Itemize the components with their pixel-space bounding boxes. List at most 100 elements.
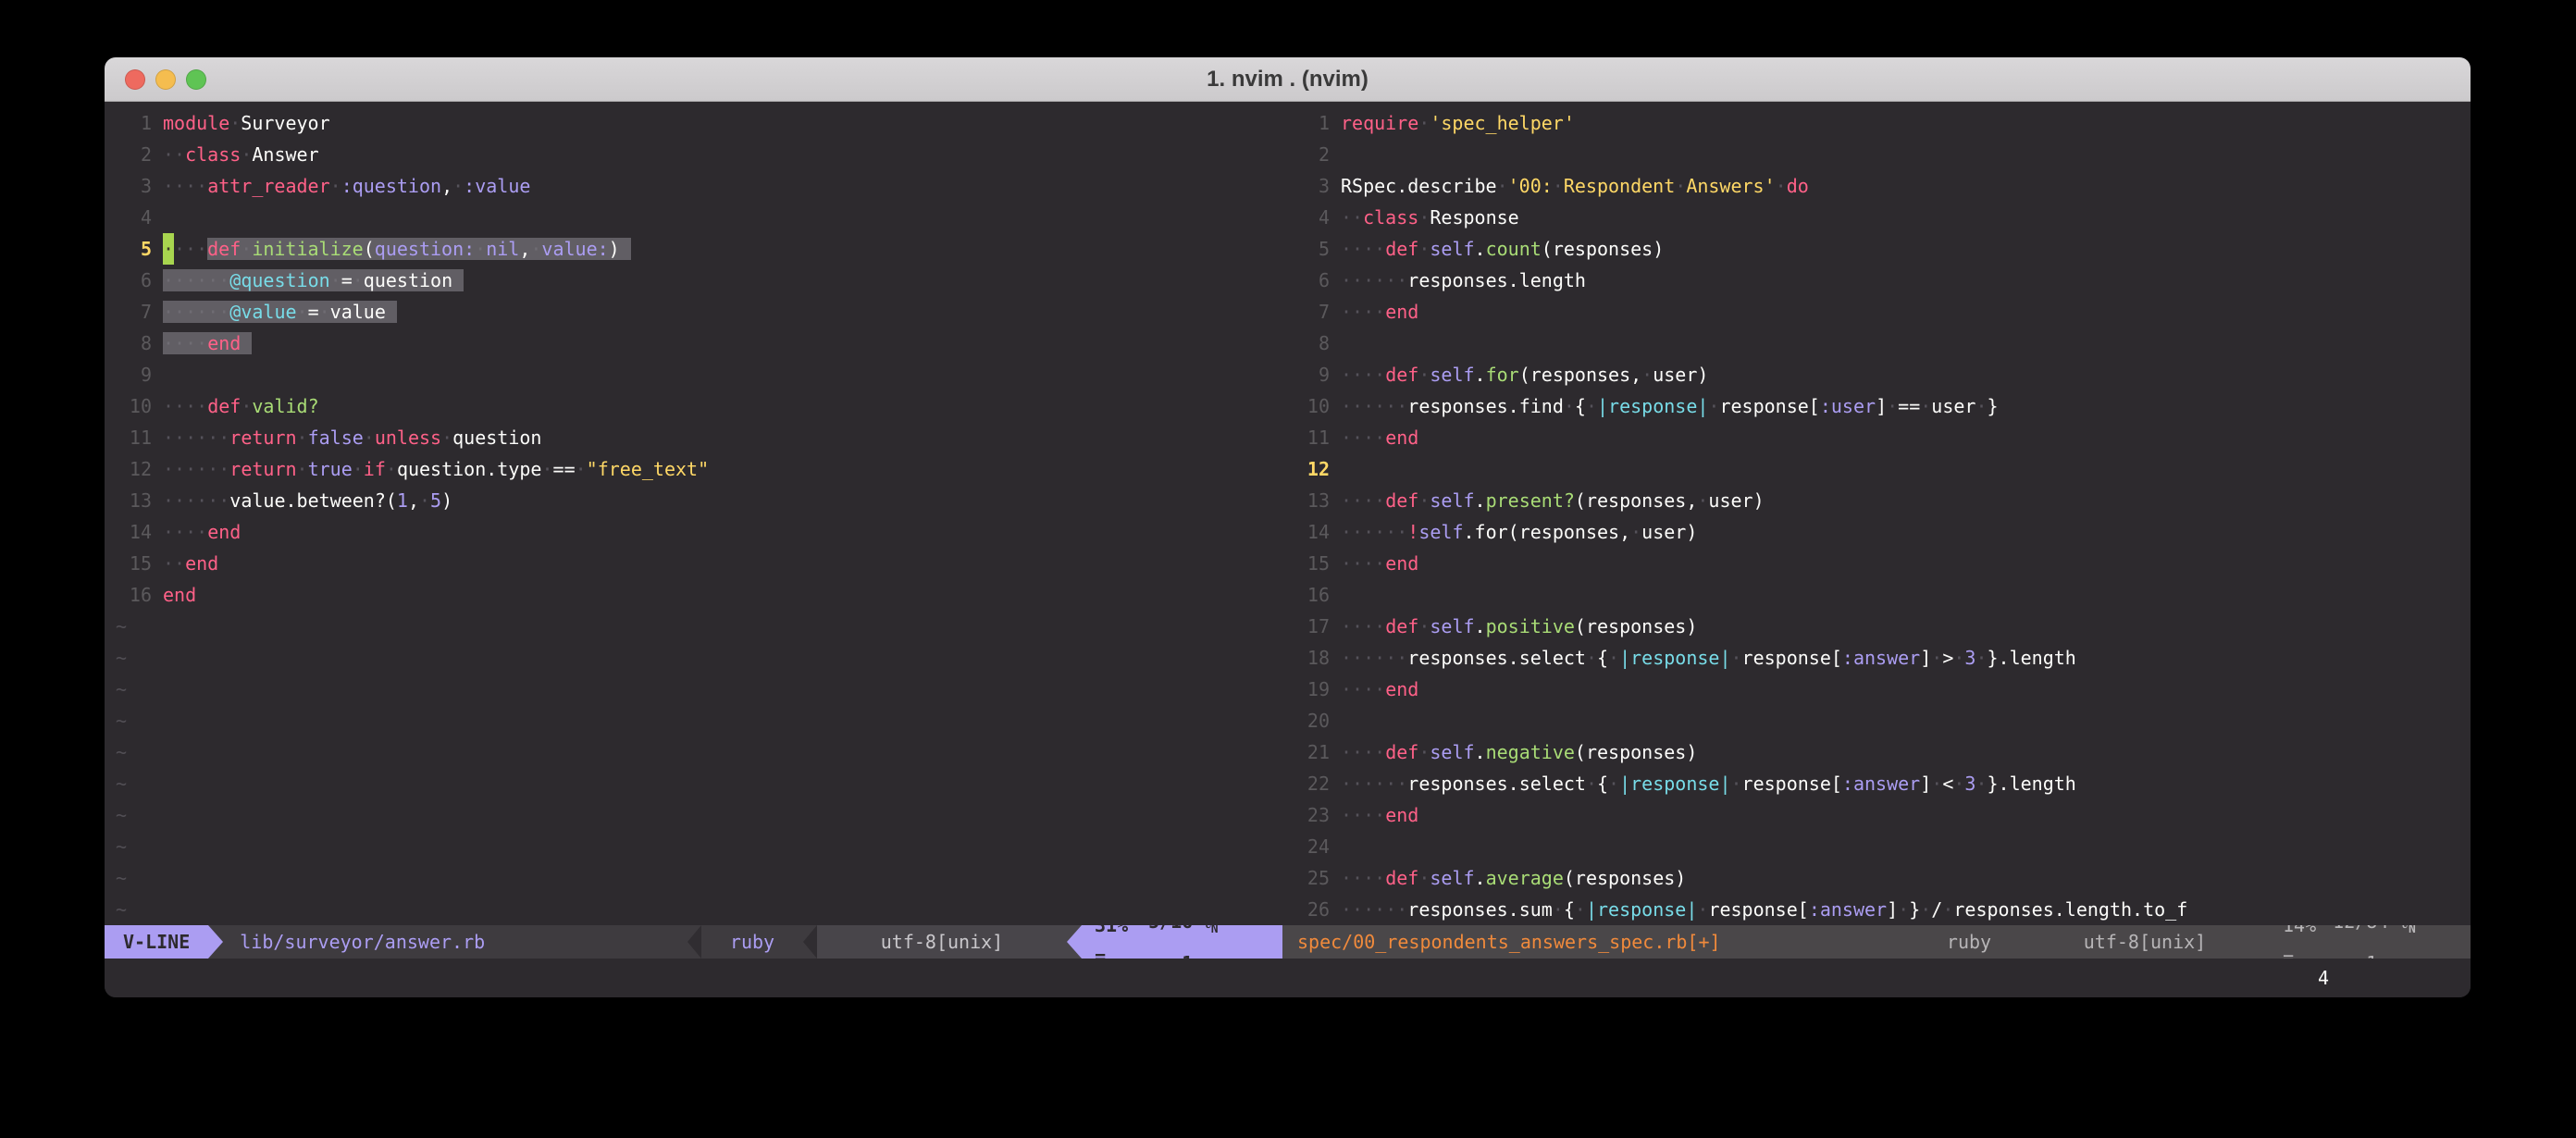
close-button[interactable] xyxy=(125,69,145,90)
code-line[interactable]: 22······responses.select·{·|response|·re… xyxy=(1282,768,2471,799)
code-token: initialize xyxy=(252,238,363,260)
line-number: 11 xyxy=(1296,422,1330,453)
code-token: . xyxy=(1475,615,1486,637)
whitespace-dot: · xyxy=(1363,647,1374,669)
code-line[interactable]: 13····def·self.present?(responses,·user) xyxy=(1282,485,2471,516)
code-text: ····def·self.average(responses) xyxy=(1341,862,1686,894)
code-line[interactable]: 18······responses.select·{·|response|·re… xyxy=(1282,642,2471,674)
code-line[interactable]: 9 xyxy=(105,359,1282,390)
whitespace-dot: · xyxy=(241,395,252,417)
code-line[interactable]: 24 xyxy=(1282,831,2471,862)
code-line[interactable]: 6······responses.length xyxy=(1282,265,2471,296)
code-token: ······responses.select·{· xyxy=(1341,647,1619,669)
code-text: ····end xyxy=(1341,422,1418,453)
filetype-label: ruby xyxy=(1918,925,2020,959)
code-line[interactable]: 16end xyxy=(105,579,1282,611)
code-line[interactable]: 2 xyxy=(1282,139,2471,170)
statusline-active: V-LINE lib/surveyor/answer.rb ruby utf-8… xyxy=(105,925,1282,959)
line-number: 15 xyxy=(1296,548,1330,579)
code-line[interactable]: 1module·Surveyor xyxy=(105,107,1282,139)
whitespace-dot: · xyxy=(1363,301,1374,323)
code-line[interactable]: 12······return·true·if·question.type·==·… xyxy=(105,453,1282,485)
code-text: ··class·Answer xyxy=(163,139,319,170)
code-line[interactable]: 14······!self.for(responses,·user) xyxy=(1282,516,2471,548)
whitespace-dot: · xyxy=(185,489,196,512)
code-line[interactable]: 23····end xyxy=(1282,799,2471,831)
pane-spec-rb[interactable]: 1require·'spec_helper'23 RSpec.describe·'… xyxy=(1282,107,2471,925)
code-line[interactable]: 10······responses.find·{·|response|·resp… xyxy=(1282,390,2471,422)
code-token: ···· xyxy=(1341,489,1385,512)
code-text: ······responses.length xyxy=(1341,265,1586,296)
code-text: RSpec.describe·'00:·Respondent·Answers'·… xyxy=(1341,170,1809,202)
code-line[interactable]: 12 xyxy=(1282,453,2471,485)
code-line[interactable]: 20 xyxy=(1282,705,2471,736)
line-number: 19 xyxy=(1296,674,1330,705)
code-line[interactable]: 6······@question·=·question xyxy=(105,265,1282,296)
code-line[interactable]: 5····def·self.count(responses) xyxy=(1282,233,2471,265)
titlebar[interactable]: 1. nvim . (nvim) xyxy=(105,57,2471,102)
command-line[interactable]: 4 xyxy=(105,959,2471,997)
whitespace-dot: · xyxy=(185,238,196,260)
whitespace-dot: · xyxy=(1363,804,1374,826)
line-number: 10 xyxy=(118,390,152,422)
code-line[interactable]: 10····def·valid? xyxy=(105,390,1282,422)
code-line[interactable]: 4··class·Response xyxy=(1282,202,2471,233)
whitespace-dot: · xyxy=(218,458,229,480)
code-line[interactable]: 2··class·Answer xyxy=(105,139,1282,170)
code-line[interactable]: 11······return·false·unless·question xyxy=(105,422,1282,453)
code-line[interactable]: 5····def·initialize(question:·nil,·value… xyxy=(105,233,1282,265)
whitespace-dot: · xyxy=(1341,898,1352,921)
code-text: ····attr_reader·:question,·:value xyxy=(163,170,530,202)
code-line[interactable]: 21····def·self.negative(responses) xyxy=(1282,736,2471,768)
whitespace-dot: · xyxy=(1920,395,1931,417)
code-line[interactable]: 14····end xyxy=(105,516,1282,548)
code-line[interactable]: 3····attr_reader·:question,·:value xyxy=(105,170,1282,202)
code-line[interactable]: 3 RSpec.describe·'00:·Respondent·Answers'… xyxy=(1282,170,2471,202)
zoom-button[interactable] xyxy=(186,69,206,90)
code-line[interactable]: 8 xyxy=(1282,328,2471,359)
code-token: @value xyxy=(229,301,296,323)
code-token: ]·<· xyxy=(1920,773,1964,795)
code-line[interactable]: 11 ····end xyxy=(1282,422,2471,453)
code-token: module· xyxy=(163,112,241,134)
code-token: ······responses.sum·{· xyxy=(1341,898,1586,921)
code-line[interactable]: 25····def·self.average(responses) xyxy=(1282,862,2471,894)
whitespace-dot: · xyxy=(1363,678,1374,700)
code-token: unless· xyxy=(375,427,452,449)
line-number: 13 xyxy=(118,485,152,516)
code-token: (responses,·user) xyxy=(1575,489,1765,512)
terminal-window: 1. nvim . (nvim) 1module·Surveyor2··clas… xyxy=(105,57,2471,997)
code-token: self xyxy=(1430,741,1474,763)
visual-selection: ······@value·=·value xyxy=(163,301,397,323)
code-token: :answer xyxy=(1809,898,1887,921)
code-line[interactable]: 8····end xyxy=(105,328,1282,359)
code-line[interactable]: 9····def·self.for(responses,·user) xyxy=(1282,359,2471,390)
whitespace-dot: · xyxy=(163,427,174,449)
code-line[interactable]: 13······value.between?(1,·5) xyxy=(105,485,1282,516)
code-token: . xyxy=(1475,364,1486,386)
code-line[interactable]: 19····end xyxy=(1282,674,2471,705)
code-line[interactable]: 7····end xyxy=(1282,296,2471,328)
code-line[interactable]: 26······responses.sum·{·|response|·respo… xyxy=(1282,894,2471,925)
pane-answer-rb[interactable]: 1module·Surveyor2··class·Answer3····attr… xyxy=(105,107,1282,925)
code-token: · xyxy=(475,238,486,260)
whitespace-dot: · xyxy=(185,427,196,449)
code-line[interactable]: 1require·'spec_helper' xyxy=(1282,107,2471,139)
code-line[interactable]: 7······@value·=·value xyxy=(105,296,1282,328)
code-token: ······value.between?( xyxy=(163,489,397,512)
filetype-label: ruby xyxy=(701,925,803,959)
code-text: ····def·self.negative(responses) xyxy=(1341,736,1697,768)
whitespace-dot: · xyxy=(1586,395,1597,417)
filler-line: ~ xyxy=(105,642,1282,674)
line-number: 3 xyxy=(1296,170,1330,202)
code-line[interactable]: 15····end xyxy=(1282,548,2471,579)
code-line[interactable]: 16 xyxy=(1282,579,2471,611)
code-line[interactable]: 17····def·self.positive(responses) xyxy=(1282,611,2471,642)
whitespace-dot: · xyxy=(1396,898,1407,921)
whitespace-dot: · xyxy=(353,269,364,291)
code-line[interactable]: 4 xyxy=(105,202,1282,233)
whitespace-dot: · xyxy=(1374,238,1385,260)
whitespace-dot: · xyxy=(1352,395,1363,417)
code-line[interactable]: 15··end xyxy=(105,548,1282,579)
minimize-button[interactable] xyxy=(155,69,176,90)
